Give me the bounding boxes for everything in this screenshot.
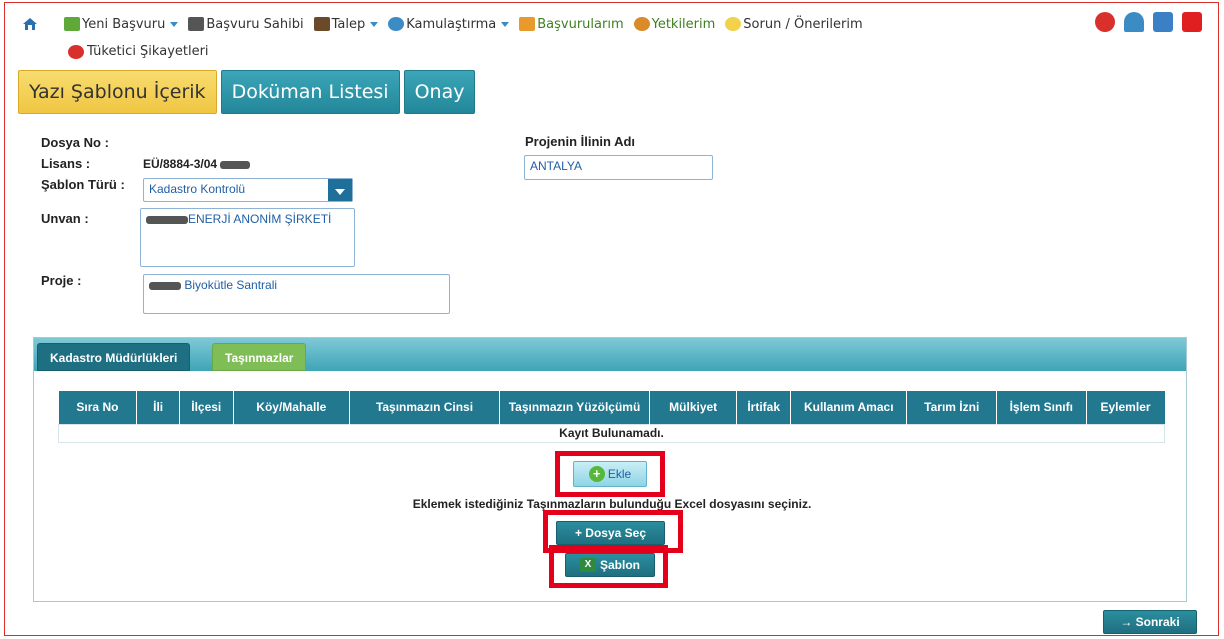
tab-onay[interactable]: Onay — [403, 70, 476, 114]
nav-label: Yeni Başvuru — [82, 16, 166, 32]
unvan-label: Unvan : — [41, 211, 89, 226]
nav-label: Talep — [331, 16, 366, 32]
tab-yazi-sablonu-icerik[interactable]: Yazı Şablonu İçerik — [18, 70, 217, 114]
nav-basvuru-sahibi[interactable]: Başvuru Sahibi — [188, 16, 304, 32]
my-applications-icon — [519, 17, 536, 31]
chevron-down-icon — [501, 21, 510, 27]
permissions-icon — [633, 17, 650, 31]
unvan-field[interactable]: ENERJİ ANONİM ŞİRKETİ — [140, 208, 355, 267]
redacted-mark — [146, 215, 188, 224]
chevron-down-icon — [370, 21, 379, 27]
nav-talep[interactable]: Talep — [313, 16, 379, 32]
info-icon[interactable] — [1153, 12, 1173, 32]
sablon-turu-label: Şablon Türü : — [41, 177, 125, 192]
nav-label: Tüketici Şikayetleri — [87, 44, 209, 59]
chevron-down-icon — [170, 21, 179, 27]
tab-dokuman-listesi[interactable]: Doküman Listesi — [220, 70, 400, 114]
column-header[interactable]: İlçesi — [179, 391, 234, 424]
nav-label: Sorun / Önerilerim — [743, 16, 863, 32]
nav-label: Başvuru Sahibi — [206, 16, 304, 32]
tab-tasinmazlar[interactable]: Taşınmazlar — [212, 343, 307, 371]
sablon-turu-select[interactable]: Kadastro Kontrolü — [143, 178, 353, 202]
nav-yeni-basvuru[interactable]: Yeni Başvuru — [64, 16, 179, 32]
tasinmaz-table: Sıra No İli İlçesi Köy/Mahalle Taşınmazı… — [58, 391, 1165, 443]
main-nav: Yeni Başvuru Başvuru Sahibi Talep Kamula… — [22, 14, 1214, 34]
tab-kadastro-mudurlukleri[interactable]: Kadastro Müdürlükleri — [37, 343, 191, 371]
highlight-box-sablon — [549, 545, 668, 588]
new-application-icon — [64, 17, 80, 31]
column-header[interactable]: Sıra No — [58, 391, 138, 424]
column-header[interactable]: Kullanım Amacı — [790, 391, 908, 424]
header-actions — [1095, 12, 1202, 32]
applicant-icon — [188, 17, 205, 31]
column-header[interactable]: Köy/Mahalle — [233, 391, 351, 424]
redacted-mark — [149, 281, 181, 290]
table-row: Kayıt Bulunamadı. — [58, 423, 1165, 443]
nav-basvurularim[interactable]: Başvurularım — [519, 16, 624, 32]
user-icon[interactable] — [1124, 12, 1144, 32]
nav-tuketici-sikayetleri[interactable]: Tüketici Şikayetleri — [68, 44, 209, 59]
nav-kamulastirma[interactable]: Kamulaştırma — [388, 16, 510, 32]
request-icon — [313, 17, 330, 31]
dosya-no-label: Dosya No : — [41, 135, 109, 150]
column-header[interactable]: Tarım İzni — [906, 391, 997, 424]
column-header[interactable]: Eylemler — [1086, 391, 1165, 424]
section-tab-bar: Kadastro Müdürlükleri Taşınmazlar — [34, 338, 1186, 371]
redacted-mark — [220, 160, 251, 169]
il-input[interactable]: ANTALYA — [524, 155, 713, 180]
nav-label: Yetkilerim — [651, 16, 716, 32]
il-label: Projenin İlinin Adı — [525, 134, 636, 149]
nav-label: Kamulaştırma — [406, 16, 497, 32]
proje-field[interactable]: Biyokütle Santrali — [143, 274, 450, 314]
power-icon[interactable] — [1182, 12, 1202, 32]
nav-yetkilerim[interactable]: Yetkilerim — [633, 16, 716, 32]
column-header[interactable]: Taşınmazın Yüzölçümü — [499, 391, 651, 424]
complaint-icon — [68, 44, 84, 59]
notification-icon[interactable] — [1095, 12, 1115, 32]
lisans-label: Lisans : — [41, 156, 91, 171]
globe-icon — [388, 17, 405, 31]
sonraki-button[interactable]: → Sonraki — [1103, 610, 1197, 634]
column-header[interactable]: Taşınmazın Cinsi — [349, 391, 501, 424]
dropdown-arrow-icon[interactable] — [328, 179, 352, 201]
proje-label: Proje : — [41, 273, 82, 288]
column-header[interactable]: İrtifak — [736, 391, 792, 424]
column-header[interactable]: Mülkiyet — [649, 391, 738, 424]
column-header[interactable]: İli — [136, 391, 180, 424]
nav-label: Başvurularım — [537, 16, 624, 32]
excel-prompt: Eklemek istediğiniz Taşınmazların bulund… — [412, 497, 812, 511]
table-header-row: Sıra No İli İlçesi Köy/Mahalle Taşınmazı… — [58, 391, 1165, 424]
home-icon[interactable] — [22, 16, 38, 32]
empty-message: Kayıt Bulunamadı. — [58, 423, 1165, 443]
nav-sorun-onerilerim[interactable]: Sorun / Önerilerim — [725, 16, 863, 32]
highlight-box-ekle — [555, 451, 665, 497]
feedback-icon — [725, 17, 742, 31]
column-header[interactable]: İşlem Sınıfı — [996, 391, 1087, 424]
page-tabs: Yazı Şablonu İçerik Doküman Listesi Onay — [18, 70, 476, 114]
lisans-value: EÜ/8884-3/04 — [143, 157, 251, 171]
